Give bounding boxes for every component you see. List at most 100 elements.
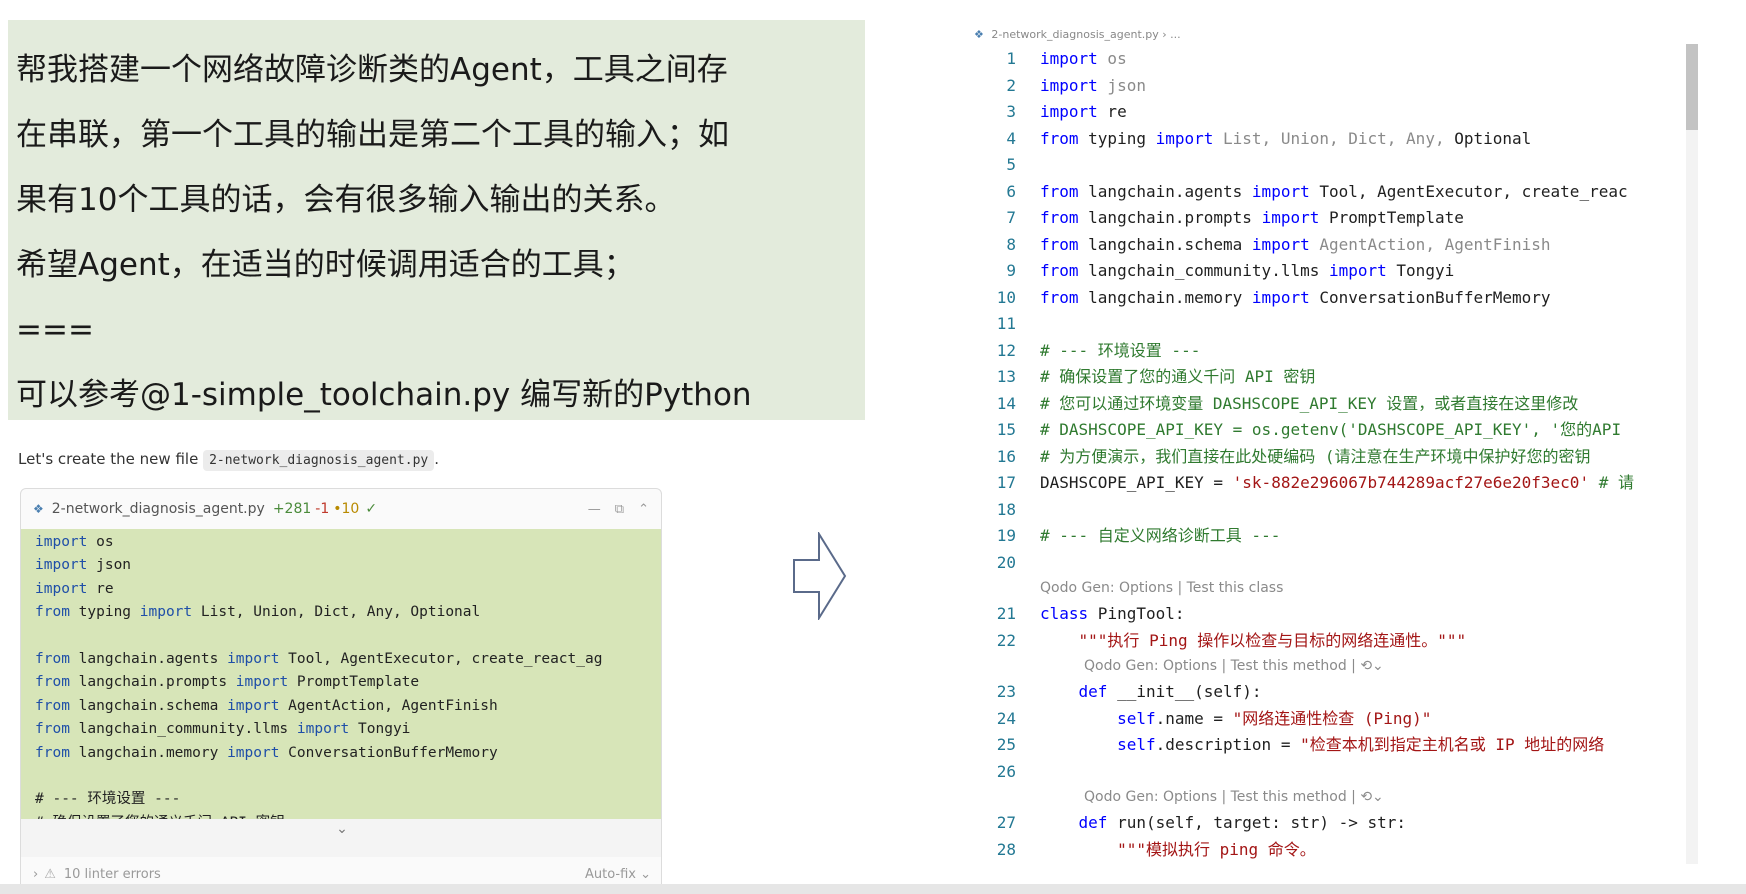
code-token: Tongyi (1386, 261, 1455, 280)
editor-line[interactable]: 26 (960, 759, 1700, 786)
editor-line[interactable]: 28 """模拟执行 ping 命令。 (960, 837, 1700, 864)
line-number: 2 (1006, 75, 1016, 95)
code-token: langchain.schema (1078, 234, 1252, 254)
line-number: 5 (1006, 155, 1016, 174)
code-lens-method[interactable]: Qodo Gen: Options | Test this method | ⟲… (960, 785, 1700, 810)
line-code: """执行 Ping 操作以检查与目标的网络连通性。""" (1040, 628, 1467, 655)
line-code: import re (1040, 99, 1127, 126)
code-editor[interactable]: ❖ 2-network_diagnosis_agent.py › ... 1 im… (960, 22, 1700, 868)
code-token: .description = (1155, 735, 1301, 754)
code-token: PingTool: (1088, 604, 1185, 623)
line-number: 20 (996, 552, 1016, 572)
code-token: os (1097, 49, 1127, 68)
editor-scrollbar[interactable] (1686, 44, 1698, 864)
auto-fix-button[interactable]: Auto-fix ⌄ (585, 867, 651, 882)
collapse-icon[interactable]: — (588, 502, 601, 517)
code-token: # 请 (1589, 473, 1634, 492)
line-number: 4 (1006, 128, 1016, 148)
file-chip[interactable]: 2-network_diagnosis_agent.py (203, 450, 435, 471)
editor-line[interactable]: 16 # 为方便演示，我们直接在此处硬编码 (请注意在生产环境中保护好您的密钥 (960, 444, 1700, 471)
code-token: typing (69, 604, 140, 621)
code-token: re (1097, 102, 1127, 121)
code-token: import (227, 650, 280, 667)
assistant-message-end: . (434, 450, 440, 468)
code-token: # --- 环境设置 --- (1040, 340, 1201, 360)
diff-filename[interactable]: 2-network_diagnosis_agent.py (52, 501, 265, 517)
editor-line[interactable]: 4 from typing import List, Union, Dict, A… (960, 126, 1700, 153)
diff-code-line: from langchain.prompts import PromptTemp… (35, 671, 661, 694)
editor-line[interactable]: 10 from langchain.memory import Conversat… (960, 285, 1700, 312)
line-number: 13 (996, 367, 1016, 386)
line-code: from typing import List, Union, Dict, An… (1040, 126, 1531, 153)
editor-line[interactable]: 8 from langchain.schema import AgentActio… (960, 232, 1700, 259)
editor-line[interactable]: 3 import re (960, 99, 1700, 126)
code-token: AgentAction, AgentFinish (279, 697, 498, 714)
editor-line[interactable]: 19 # --- 自定义网络诊断工具 --- (960, 523, 1700, 550)
code-token: import (1155, 128, 1214, 148)
editor-line[interactable]: 13 # 确保设置了您的通义千问 API 密钥 (960, 364, 1700, 391)
editor-line[interactable]: 12 # --- 环境设置 --- (960, 338, 1700, 365)
line-number: 26 (996, 761, 1016, 781)
editor-line[interactable]: 9 from langchain_community.llms import To… (960, 258, 1700, 285)
code-token: PromptTemplate (1319, 208, 1464, 227)
code-token: typing (1078, 128, 1156, 148)
editor-line[interactable]: 14 # 您可以通过环境变量 DASHSCOPE_API_KEY 设置，或者直接在… (960, 391, 1700, 418)
code-token: # DASHSCOPE_API_KEY = os.getenv('DASHSCO… (1040, 420, 1622, 439)
code-token: Tool, AgentExecutor, create_reac (1309, 181, 1628, 201)
code-token: langchain.agents (1078, 181, 1252, 201)
code-lens-method[interactable]: Qodo Gen: Options | Test this method | ⟲… (960, 654, 1700, 679)
code-token: ConversationBufferMemory (1309, 287, 1551, 307)
copy-icon[interactable]: ⧉ (615, 502, 624, 517)
editor-line[interactable]: 23 def __init__(self): (960, 679, 1700, 706)
code-token: Tongyi (349, 721, 411, 738)
linter-errors-label[interactable]: 10 linter errors (64, 867, 161, 882)
editor-line[interactable]: 17 DASHSCOPE_API_KEY = 'sk-882e296067b744… (960, 470, 1700, 497)
editor-scrollbar-thumb[interactable] (1686, 44, 1698, 130)
code-lens-class[interactable]: Qodo Gen: Options | Test this class (960, 576, 1700, 601)
editor-line[interactable]: 2 import json (960, 73, 1700, 100)
code-token: PromptTemplate (288, 674, 420, 691)
code-token: # 为方便演示，我们直接在此处硬编码 (请注意在生产环境中保护好您的密钥 (1040, 446, 1591, 466)
code-token: def (1078, 682, 1108, 701)
expand-diff-button[interactable]: ⌄ (21, 819, 661, 857)
line-code: from langchain.schema import AgentAction… (1040, 232, 1551, 259)
editor-line[interactable]: 15 # DASHSCOPE_API_KEY = os.getenv('DASHS… (960, 417, 1700, 444)
code-token: import (35, 557, 88, 574)
line-number: 22 (996, 630, 1016, 650)
code-token: import (35, 534, 88, 550)
expand-icon[interactable]: ⌃ (638, 502, 649, 517)
code-token: Optional (1444, 128, 1532, 148)
editor-line[interactable]: 20 (960, 550, 1700, 577)
editor-line[interactable]: 11 (960, 311, 1700, 338)
breadcrumb-more[interactable]: › ... (1162, 28, 1180, 41)
line-code: from langchain.agents import Tool, Agent… (1040, 179, 1628, 206)
code-token: import (1040, 102, 1098, 121)
line-number: 17 (996, 473, 1016, 492)
editor-line[interactable]: 5 (960, 152, 1700, 179)
editor-line[interactable]: 1 import os (960, 46, 1700, 73)
editor-code-area[interactable]: 1 import os 2 import json 3 import re 4 from ty… (960, 46, 1700, 863)
code-token: AgentAction, AgentFinish (1309, 234, 1551, 254)
chevron-right-icon[interactable]: › (33, 867, 38, 882)
line-number: 21 (996, 604, 1016, 623)
breadcrumb[interactable]: ❖ 2-network_diagnosis_agent.py › ... (974, 28, 1181, 41)
code-token: List, Union, Dict, Any, (1213, 128, 1445, 148)
editor-line[interactable]: 25 self.description = "检查本机到指定主机名或 IP 地址… (960, 732, 1700, 759)
editor-line[interactable]: 24 self.name = "网络连通性检查 (Ping)" (960, 706, 1700, 733)
editor-line[interactable]: 27 def run(self, target: str) -> str: (960, 810, 1700, 837)
diff-code-block: import os import json import re from typing… (21, 529, 661, 819)
line-number: 24 (996, 708, 1016, 728)
editor-line[interactable]: 6 from langchain.agents import Tool, Agen… (960, 179, 1700, 206)
editor-line[interactable]: 7 from langchain.prompts import PromptTem… (960, 205, 1700, 232)
editor-line[interactable]: 21 class PingTool: (960, 601, 1700, 628)
line-number: 10 (996, 287, 1016, 307)
line-number: 1 (1006, 49, 1016, 68)
editor-line[interactable]: 18 (960, 497, 1700, 524)
breadcrumb-file[interactable]: 2-network_diagnosis_agent.py (991, 28, 1158, 41)
editor-line[interactable]: 22 """执行 Ping 操作以检查与目标的网络连通性。""" (960, 628, 1700, 655)
diff-card-header[interactable]: ❖ 2-network_diagnosis_agent.py +281 -1 •… (21, 489, 661, 529)
code-token: 'sk-882e296067b744289acf27e6e20f3ec0' (1232, 473, 1590, 492)
